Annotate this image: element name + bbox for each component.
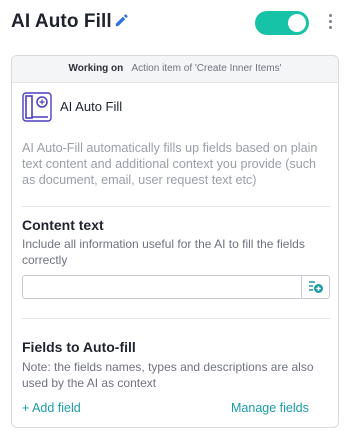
content-text-field [22,275,330,299]
content-text-note: Include all information useful for the A… [22,237,305,267]
action-description: AI Auto-Fill automatically fills up fiel… [22,141,318,187]
fields-note: Note: the fields names, types and descri… [22,360,314,390]
action-row: AI Auto Fill [22,92,322,122]
ai-auto-fill-icon [22,92,52,122]
panel-title: AI Auto Fill [11,11,112,32]
panel-header: AI Auto Fill [0,0,349,46]
content-text-title: Content text [22,217,104,233]
manage-fields-link[interactable]: Manage fields [231,401,309,415]
more-options-icon[interactable] [325,12,335,34]
insert-variable-icon [309,281,323,293]
enable-toggle[interactable] [255,11,309,35]
pencil-icon[interactable] [114,13,129,28]
working-on-value: Action item of 'Create Inner Items' [131,63,282,74]
working-on-label: Working on [68,63,124,74]
fields-title: Fields to Auto-fill [22,339,136,355]
ai-auto-fill-panel: AI Auto Fill Working on Action item of '… [0,0,349,439]
working-on-bar: Working on Action item of 'Create Inner … [12,56,338,83]
content-text-input[interactable] [23,276,301,298]
action-name: AI Auto Fill [60,99,123,114]
divider [22,318,330,319]
insert-variable-button[interactable] [301,276,329,298]
divider [22,206,330,207]
add-field-link[interactable]: + Add field [22,401,81,415]
toggle-knob [288,14,306,32]
action-card: Working on Action item of 'Create Inner … [11,55,339,428]
